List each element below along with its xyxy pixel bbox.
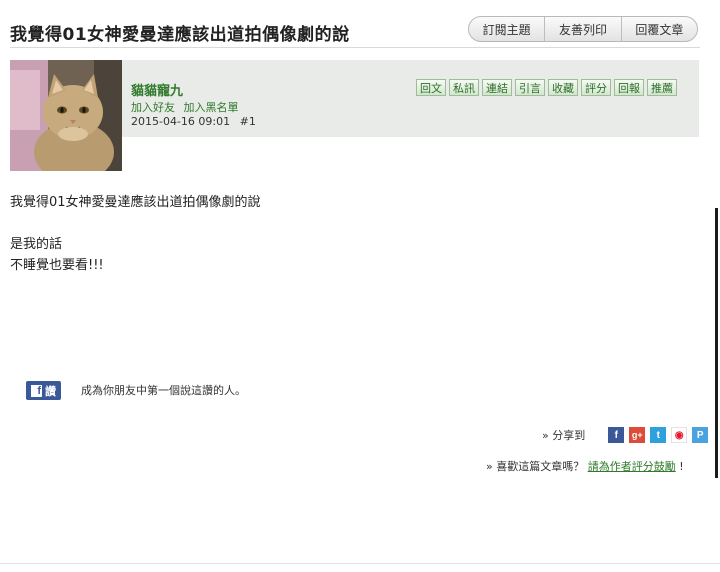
post-meta: 2015-04-16 09:01 #1 (131, 115, 256, 128)
rate-button[interactable]: 評分 (581, 79, 611, 96)
author-name[interactable]: 貓貓寵九 (131, 80, 183, 99)
post-timestamp: 2015-04-16 09:01 (131, 115, 231, 128)
share-label: » 分享到 (542, 429, 586, 442)
thread-header: 我覺得01女神愛曼達應該出道拍偶像劇的說 訂閱主題 友善列印 回覆文章 (0, 0, 720, 48)
facebook-share-icon[interactable]: f (608, 427, 625, 443)
rate-prompt-suffix: ! (679, 460, 684, 473)
share-bar: » 分享到 f g+ t ◉ P (542, 427, 709, 443)
add-friend-link[interactable]: 加入好友 (131, 101, 175, 114)
facebook-icon: f (31, 384, 42, 397)
rate-prompt-text: » 喜歡這篇文章嗎？ (486, 460, 585, 473)
report-button[interactable]: 回報 (614, 79, 644, 96)
subscribe-button[interactable]: 訂閱主題 (469, 17, 546, 41)
recommend-button[interactable]: 推薦 (647, 79, 677, 96)
thread-actions: 訂閱主題 友善列印 回覆文章 (468, 16, 698, 42)
post-text-line: 是我的話 (10, 237, 63, 252)
bottom-divider (0, 563, 720, 564)
rate-author-link[interactable]: 請為作者評分鼓勵 (588, 460, 676, 473)
plurk-share-icon[interactable]: P (692, 427, 709, 443)
twitter-share-icon[interactable]: t (650, 427, 667, 443)
post-text-line: 我覺得01女神愛曼達應該出道拍偶像劇的說 (10, 195, 261, 210)
title-divider (10, 47, 700, 48)
page-title: 我覺得01女神愛曼達應該出道拍偶像劇的說 (10, 25, 350, 45)
weibo-share-icon[interactable]: ◉ (671, 427, 688, 443)
google-plus-share-icon[interactable]: g+ (629, 427, 646, 443)
print-button[interactable]: 友善列印 (545, 17, 622, 41)
avatar[interactable] (10, 60, 122, 171)
post-floor-number[interactable]: #1 (240, 115, 256, 128)
author-links: 加入好友 加入黑名單 (131, 99, 244, 115)
reply-post-button[interactable]: 回文 (416, 79, 446, 96)
add-blacklist-link[interactable]: 加入黑名單 (184, 101, 239, 114)
scrollbar-edge[interactable] (715, 208, 718, 478)
cat-avatar-image (10, 60, 122, 171)
favorite-button[interactable]: 收藏 (548, 79, 578, 96)
post-text-line: 不睡覺也要看!!! (10, 258, 104, 273)
private-message-button[interactable]: 私訊 (449, 79, 479, 96)
rate-prompt: » 喜歡這篇文章嗎？ 請為作者評分鼓勵 ! (486, 458, 684, 474)
post-toolbar: 回文 私訊 連結 引言 收藏 評分 回報 推薦 (416, 79, 677, 96)
facebook-like-note: 成為你朋友中第一個說這讚的人。 (81, 384, 246, 397)
facebook-like-button[interactable]: f 讚 (26, 381, 61, 400)
reply-button[interactable]: 回覆文章 (622, 17, 697, 41)
like-label: 讚 (45, 384, 56, 398)
quote-button[interactable]: 引言 (515, 79, 545, 96)
link-button[interactable]: 連結 (482, 79, 512, 96)
post-content: 我覺得01女神愛曼達應該出道拍偶像劇的說 是我的話 不睡覺也要看!!! (10, 192, 261, 276)
